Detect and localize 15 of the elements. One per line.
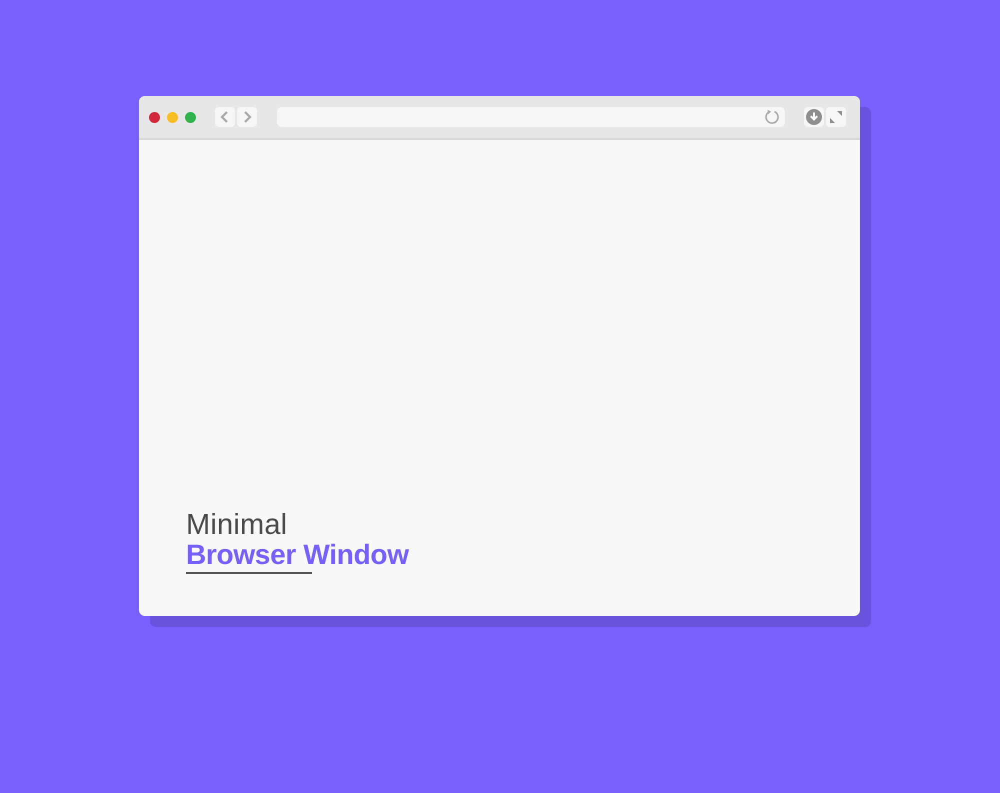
- chevron-right-icon: [242, 111, 252, 123]
- window-control-dot[interactable]: [185, 112, 196, 122]
- address-field[interactable]: [277, 107, 785, 127]
- heading-title: Browser Window: [186, 540, 409, 570]
- download-button[interactable]: [804, 107, 824, 127]
- expand-icon: [829, 110, 843, 124]
- fullscreen-button[interactable]: [826, 107, 846, 127]
- chevron-left-icon: [220, 111, 230, 123]
- heading-text: Minimal: [186, 510, 288, 540]
- reload-icon[interactable]: [764, 109, 780, 125]
- window-control-dot[interactable]: [149, 112, 160, 122]
- back-button[interactable]: [215, 107, 235, 127]
- forward-button[interactable]: [237, 107, 257, 127]
- window-control-dot[interactable]: [167, 112, 178, 122]
- download-icon: [806, 109, 822, 125]
